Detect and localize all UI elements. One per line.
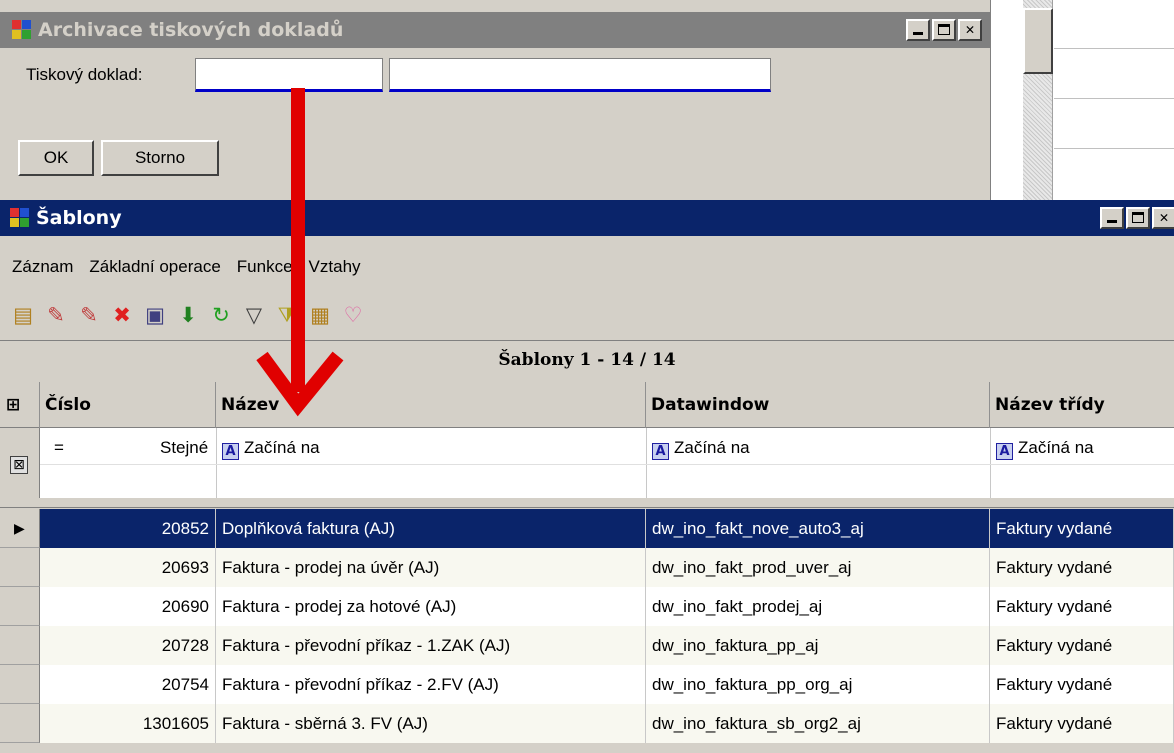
select-all-icon[interactable]: ⊞ — [0, 382, 40, 428]
table-row[interactable]: 20754 Faktura - převodní příkaz - 2.FV (A… — [0, 665, 1174, 704]
minimize-icon[interactable] — [906, 19, 930, 41]
row-selector[interactable]: ▶ — [0, 509, 40, 548]
row-selector[interactable] — [0, 704, 40, 743]
row-selector[interactable] — [0, 665, 40, 704]
link-icon[interactable]: ♡ — [340, 302, 366, 328]
filter-cislo-operator[interactable]: = — [54, 438, 64, 458]
cell-nazev: Doplňková faktura (AJ) — [216, 509, 646, 548]
cell-cislo: 20690 — [40, 587, 216, 626]
filter-icon[interactable]: ▽ — [241, 302, 267, 328]
cell-nazev: Faktura - převodní příkaz - 1.ZAK (AJ) — [216, 626, 646, 665]
text-filter-icon: A — [996, 443, 1013, 460]
refresh-icon[interactable]: ↻ — [208, 302, 234, 328]
column-nazev[interactable]: Název — [216, 382, 646, 428]
filter-nazev-mode[interactable]: Začíná na — [244, 438, 320, 457]
menu-zaznam[interactable]: Záznam — [12, 257, 73, 277]
edit-copy-icon[interactable]: ✎ — [76, 302, 102, 328]
storno-button[interactable]: Storno — [101, 140, 219, 176]
cell-nazev: Faktura - sběrná 3. FV (AJ) — [216, 704, 646, 743]
cell-nazev-tridy: Faktury vydané — [990, 509, 1174, 548]
menu-vztahy[interactable]: Vztahy — [309, 257, 361, 277]
cell-cislo: 20728 — [40, 626, 216, 665]
filter-cislo-mode[interactable]: Stejné — [160, 438, 208, 458]
grid-caption: Šablony 1 - 14 / 14 — [0, 340, 1174, 378]
dialog-title: Archivace tiskových dokladů — [38, 19, 344, 41]
cell-nazev-tridy: Faktury vydané — [990, 587, 1174, 626]
table-row[interactable]: 1301605 Faktura - sběrná 3. FV (AJ) dw_ino… — [0, 704, 1174, 743]
app-icon — [12, 20, 32, 40]
toolbar: ▤ ✎ ✎ ✖ ▣ ⬇ ↻ ▽ ⧩ ▦ ♡ — [10, 302, 366, 332]
app-icon — [10, 208, 30, 228]
column-nazev-tridy[interactable]: Název třídy — [990, 382, 1174, 428]
cell-datawindow: dw_ino_faktura_pp_aj — [646, 626, 990, 665]
menu-funkce[interactable]: Funkce — [237, 257, 293, 277]
window-title: Šablony — [36, 207, 122, 229]
row-selector[interactable] — [0, 587, 40, 626]
filter-datawindow-mode[interactable]: Začíná na — [674, 438, 750, 457]
edit-record-icon[interactable]: ✎ — [43, 302, 69, 328]
cell-nazev: Faktura - převodní příkaz - 2.FV (AJ) — [216, 665, 646, 704]
ok-button[interactable]: OK — [18, 140, 94, 176]
cell-datawindow: dw_ino_fakt_nove_auto3_aj — [646, 509, 990, 548]
print-icon[interactable]: ▣ — [142, 302, 168, 328]
cell-nazev: Faktura - prodej na úvěr (AJ) — [216, 548, 646, 587]
templates-window: Šablony ✕ Záznam Základní operace Funkce… — [0, 200, 1174, 753]
row-selector[interactable] — [0, 548, 40, 587]
text-filter-icon: A — [222, 443, 239, 460]
filter-row: = Stejné A Začíná na A Začíná na A Začíná n… — [40, 428, 1174, 498]
cell-nazev-tridy: Faktury vydané — [990, 665, 1174, 704]
menu-bar: Záznam Základní operace Funkce Vztahy — [0, 250, 1174, 284]
column-header-row: ⊞ Číslo Název Datawindow Název třídy — [0, 382, 1174, 428]
down-arrow-icon[interactable]: ⬇ — [175, 302, 201, 328]
cell-cislo: 1301605 — [40, 704, 216, 743]
scrollbar-thumb[interactable] — [1023, 8, 1053, 74]
cell-nazev-tridy: Faktury vydané — [990, 548, 1174, 587]
table-row[interactable]: 20690 Faktura - prodej za hotové (AJ) dw_i… — [0, 587, 1174, 626]
close-icon[interactable]: ✕ — [1152, 207, 1174, 229]
doc-label: Tiskový doklad: — [26, 65, 143, 84]
column-cislo[interactable]: Číslo — [40, 382, 216, 428]
cell-datawindow: dw_ino_faktura_sb_org2_aj — [646, 704, 990, 743]
cell-cislo: 20754 — [40, 665, 216, 704]
text-filter-icon: A — [652, 443, 669, 460]
new-record-icon[interactable]: ▤ — [10, 302, 36, 328]
cell-cislo: 20693 — [40, 548, 216, 587]
window-titlebar[interactable]: Šablony ✕ — [0, 200, 1174, 236]
clear-filter-icon[interactable]: ⊠ — [10, 456, 28, 474]
cell-nazev: Faktura - prodej za hotové (AJ) — [216, 587, 646, 626]
menu-zakladni-operace[interactable]: Základní operace — [89, 257, 220, 277]
filter-advanced-icon[interactable]: ⧩ — [274, 302, 300, 328]
current-row-icon: ▶ — [14, 520, 25, 536]
cell-cislo: 20852 — [40, 509, 216, 548]
close-icon[interactable]: ✕ — [958, 19, 982, 41]
cell-datawindow: dw_ino_faktura_pp_org_aj — [646, 665, 990, 704]
maximize-icon[interactable] — [1126, 207, 1150, 229]
doc-name-input[interactable] — [389, 58, 771, 92]
cell-nazev-tridy: Faktury vydané — [990, 626, 1174, 665]
column-datawindow[interactable]: Datawindow — [646, 382, 990, 428]
delete-icon[interactable]: ✖ — [109, 302, 135, 328]
row-selector[interactable] — [0, 626, 40, 665]
minimize-icon[interactable] — [1100, 207, 1124, 229]
table-row[interactable]: 20693 Faktura - prodej na úvěr (AJ) dw_ino… — [0, 548, 1174, 587]
table-row[interactable]: 20728 Faktura - převodní příkaz - 1.ZAK (… — [0, 626, 1174, 665]
doc-code-input[interactable] — [195, 58, 383, 92]
archive-dialog: Archivace tiskových dokladů ✕ Tiskový do… — [0, 0, 990, 200]
filter-trida-mode[interactable]: Začíná na — [1018, 438, 1094, 457]
filter-row-selector: ⊠ — [0, 428, 40, 498]
cell-nazev-tridy: Faktury vydané — [990, 704, 1174, 743]
maximize-icon[interactable] — [932, 19, 956, 41]
dialog-titlebar[interactable]: Archivace tiskových dokladů ✕ — [0, 12, 990, 48]
cell-datawindow: dw_ino_fakt_prod_uver_aj — [646, 548, 990, 587]
background-window — [990, 0, 1174, 200]
folder-icon[interactable]: ▦ — [307, 302, 333, 328]
cell-datawindow: dw_ino_fakt_prodej_aj — [646, 587, 990, 626]
table-row[interactable]: ▶ 20852 Doplňková faktura (AJ) dw_ino_fakt_… — [0, 509, 1174, 548]
